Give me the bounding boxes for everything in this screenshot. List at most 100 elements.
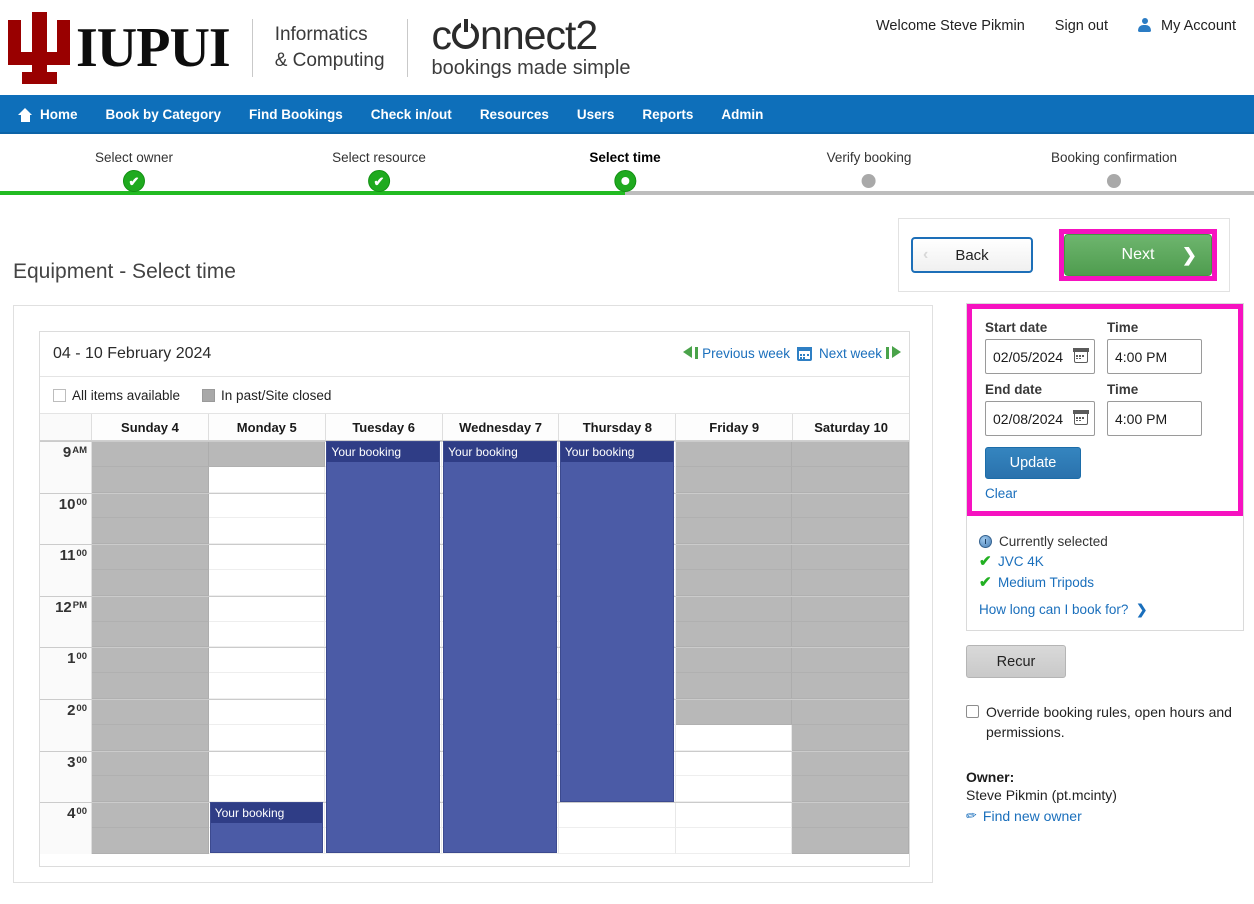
calendar-toolbar: 04 - 10 February 2024 Previous week Next… [40,332,909,377]
calendar-cell[interactable] [675,827,793,854]
calendar-cell[interactable] [675,724,793,751]
nav-item-users[interactable]: Users [563,95,629,134]
calendar-cell[interactable] [208,493,326,519]
override-checkbox[interactable] [966,705,979,718]
calendar-cell-closed [675,621,793,648]
wizard-actions: ‹ Back Next ❯ [898,218,1230,292]
calendar-cell[interactable] [208,724,326,751]
find-new-owner-label: Find new owner [982,807,1082,824]
calendar-cell-closed [792,724,910,751]
calendar-cell[interactable] [208,776,326,803]
nav-item-resources[interactable]: Resources [466,95,563,134]
step-booking-confirmation[interactable]: Booking confirmation [1051,150,1177,188]
booking-block-label: Your booking [327,442,440,462]
time-label: 400 [67,805,87,823]
nav-item-home[interactable]: Home [14,95,92,134]
nav-item-admin[interactable]: Admin [707,95,777,134]
calendar-cell-closed [92,493,209,519]
calendar-cell[interactable] [208,699,326,725]
day-header-sunday: Sunday 4 [92,414,209,440]
calendar-cell[interactable] [208,621,326,648]
next-week-label[interactable]: Next week [819,346,882,361]
calendar-cell[interactable] [208,466,326,493]
end-time-label: Time [1107,382,1139,397]
step-verify-booking[interactable]: Verify booking [827,150,911,188]
selected-resource-jvc-4k[interactable]: ✔ JVC 4K [979,552,1231,570]
start-time-input[interactable] [1108,340,1201,373]
calendar-cell[interactable] [675,776,793,803]
calendar-cell[interactable] [208,596,326,622]
step-select-resource[interactable]: Select resource ✔ [332,150,426,192]
time-label-cell [40,621,92,648]
next-button-label: Next [1121,246,1155,263]
time-label-cell [40,466,92,493]
time-label-cell [40,673,92,699]
sign-out-link[interactable]: Sign out [1055,18,1108,34]
my-account-link[interactable]: My Account [1138,18,1236,34]
end-date-inputwrap[interactable] [985,401,1095,436]
datetime-highlight: Start date Time [967,304,1243,516]
previous-week-label[interactable]: Previous week [702,346,790,361]
power-o-icon [452,19,480,49]
update-button[interactable]: Update [985,447,1081,479]
calendar-cell-closed [92,596,209,622]
back-button[interactable]: ‹ Back [911,237,1033,273]
step-select-time-dot-icon [613,170,636,192]
nav-item-book-by-category[interactable]: Book by Category [92,95,236,134]
calendar-cell[interactable] [675,751,793,777]
start-time-inputwrap[interactable] [1107,339,1202,374]
recur-button[interactable]: Recur [966,645,1066,678]
calendar-cell[interactable] [208,648,326,674]
calendar-grid-header: Sunday 4 Monday 5 Tuesday 6 Wednesday 7 … [40,414,909,441]
selected-resource-medium-tripods[interactable]: ✔ Medium Tripods [979,573,1231,591]
booking-block[interactable]: Your booking [443,441,557,853]
start-date-inputwrap[interactable] [985,339,1095,374]
calendar-cell-closed [792,442,910,467]
calendar-cell[interactable] [208,518,326,545]
calendar-cell[interactable] [558,803,676,828]
selected-resource-label-1[interactable]: Medium Tripods [998,575,1094,590]
end-time-inputwrap[interactable] [1107,401,1202,436]
selected-resource-label-0[interactable]: JVC 4K [998,554,1044,569]
welcome-text: Welcome Steve Pikmin [875,18,1025,34]
calendar-cell-closed [92,569,209,596]
step-select-time[interactable]: Select time [589,150,661,192]
calendar-cell-closed [792,751,910,777]
previous-week-button[interactable]: Previous week [683,346,790,361]
brand-divider-1 [251,19,253,77]
how-long-can-i-book-link[interactable]: How long can I book for? ❯ [979,602,1231,618]
school-line-1: Informatics [274,24,368,46]
time-label: 200 [67,701,87,719]
booking-block[interactable]: Your booking [209,802,324,853]
time-label-cell: 200 [40,699,92,725]
clear-link[interactable]: Clear [985,486,1225,501]
end-date-calendar-icon[interactable] [1073,410,1089,425]
nav-item-reports[interactable]: Reports [628,95,707,134]
booking-block[interactable]: Your booking [326,441,441,853]
owner-name: Steve Pikmin (pt.mcinty) [966,786,1117,803]
calendar-cell[interactable] [208,751,326,777]
calendar-cell[interactable] [208,673,326,699]
how-long-label: How long can I book for? [979,602,1129,617]
brand-logo[interactable]: IUPUI Informatics & Computing c nnect2 b… [8,8,631,88]
chevron-right-icon: ❯ [1136,602,1148,617]
calendar-cell-closed [675,493,793,519]
calendar-cell-closed [92,724,209,751]
calendar-cell[interactable] [208,569,326,596]
nav-item-find-bookings[interactable]: Find Bookings [235,95,357,134]
end-time-input[interactable] [1108,402,1201,435]
calendar-cell[interactable] [208,545,326,570]
calendar-cell[interactable] [558,827,676,854]
calendar-cell[interactable] [675,803,793,828]
next-button[interactable]: Next ❯ [1064,234,1212,276]
find-new-owner-link[interactable]: ✏ Find new owner [965,807,1244,824]
step-select-resource-check-icon: ✔ [367,170,390,192]
override-booking-rules-row[interactable]: Override booking rules, open hours and p… [966,702,1244,743]
next-week-button[interactable]: Next week [819,346,901,361]
start-date-calendar-icon[interactable] [1073,348,1089,363]
calendar-icon[interactable] [796,346,812,361]
connect2-logo: c nnect2 bookings made simple [432,15,631,80]
booking-block[interactable]: Your booking [559,441,674,802]
step-select-owner[interactable]: Select owner ✔ [95,150,173,192]
nav-item-check-in-out[interactable]: Check in/out [357,95,466,134]
